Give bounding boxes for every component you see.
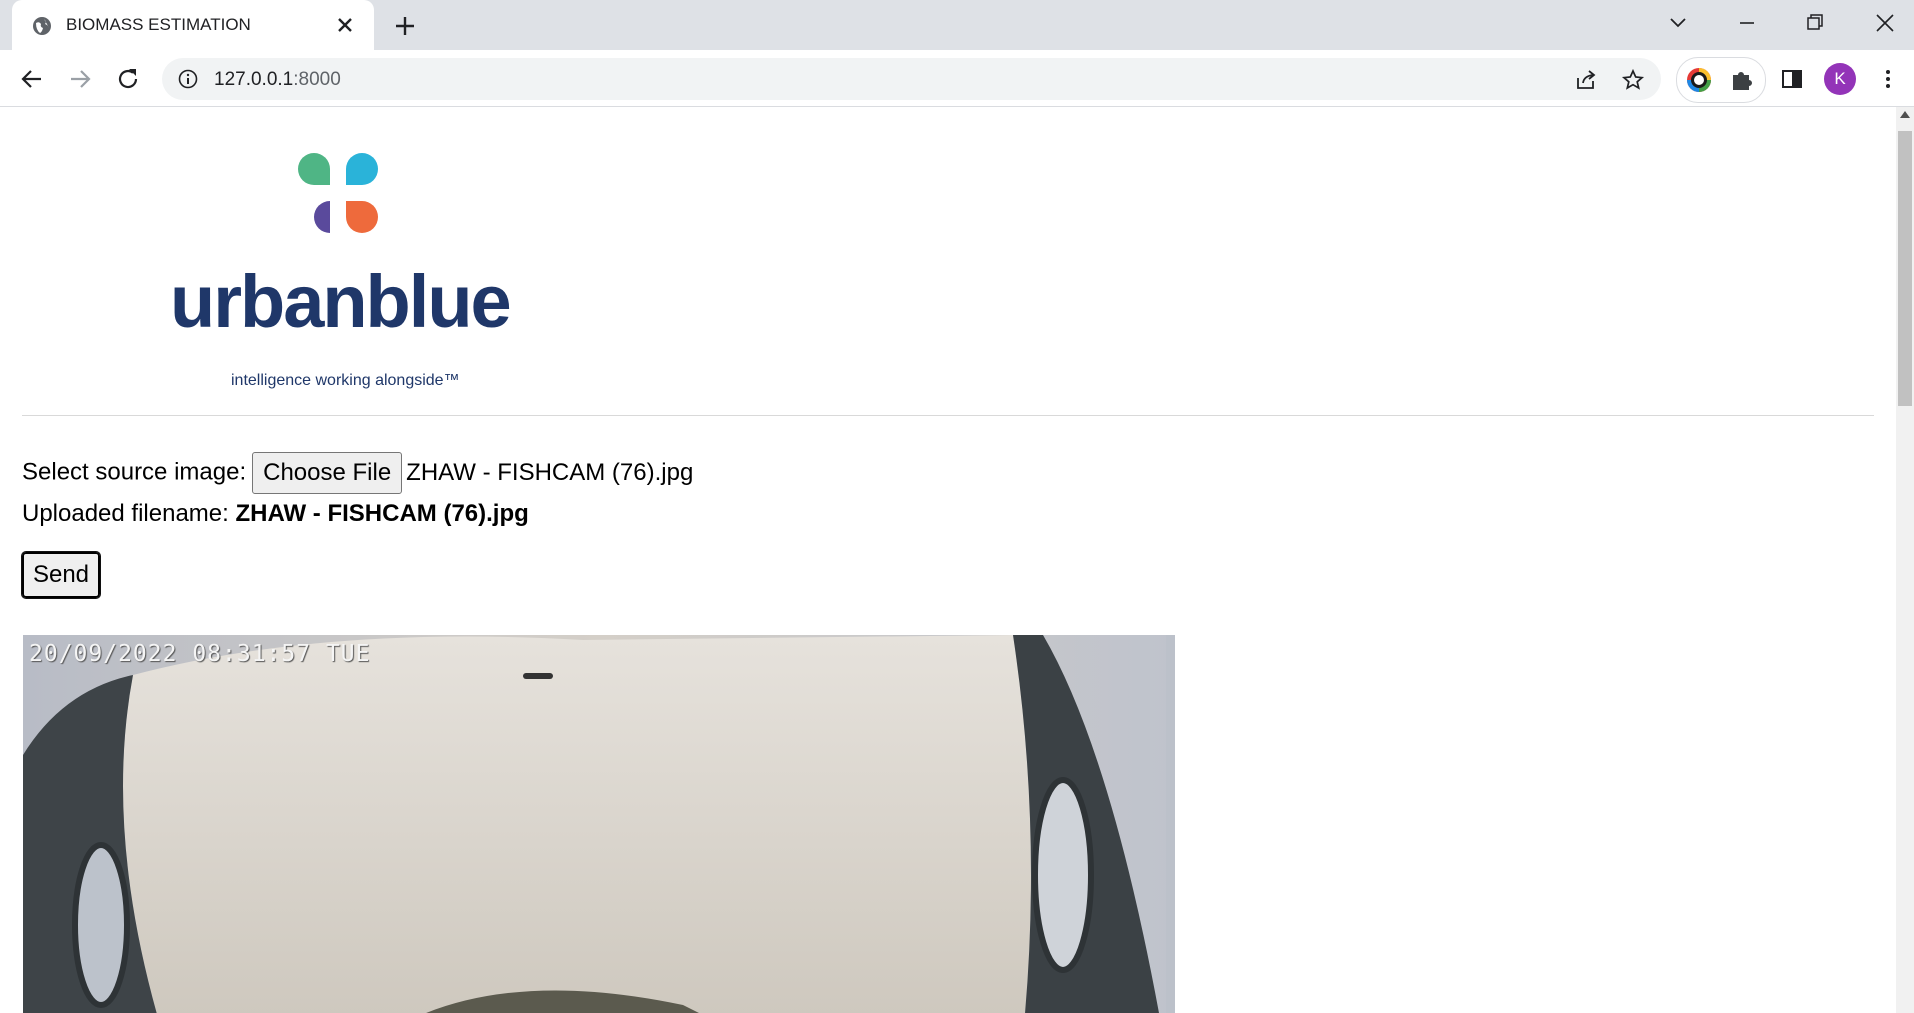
address-bar[interactable]: 127.0.0.1:8000 — [162, 58, 1661, 100]
extensions-puzzle-icon[interactable] — [1729, 67, 1755, 93]
selected-file-name: ZHAW - FISHCAM (76).jpg — [406, 459, 694, 486]
urbanblue-logo-mark — [298, 153, 378, 233]
scrollbar-thumb[interactable] — [1898, 131, 1912, 406]
header-divider — [22, 415, 1874, 416]
back-icon[interactable] — [18, 65, 46, 93]
side-panel-icon[interactable] — [1778, 65, 1806, 93]
tab-strip: BIOMASS ESTIMATION — [0, 0, 1914, 51]
choose-file-button[interactable]: Choose File — [252, 452, 403, 494]
uploaded-filename-value: ZHAW - FISHCAM (76).jpg — [235, 500, 529, 527]
scroll-up-arrow-icon[interactable] — [1900, 111, 1910, 118]
reload-icon[interactable] — [114, 65, 142, 93]
url-text: 127.0.0.1:8000 — [214, 69, 341, 91]
site-info-icon[interactable] — [178, 69, 198, 89]
globe-icon — [33, 17, 51, 35]
browser-tab[interactable]: BIOMASS ESTIMATION — [12, 0, 374, 51]
url-port: :8000 — [293, 69, 341, 90]
share-icon[interactable] — [1574, 68, 1598, 92]
forward-icon[interactable] — [66, 65, 94, 93]
source-image-row: Select source image: Choose File ZHAW - FI… — [22, 452, 693, 494]
tab-search-icon[interactable] — [1663, 10, 1693, 36]
logo-wordmark: urbanblue — [170, 260, 512, 343]
page-viewport: urbanblue intelligence working alongside… — [0, 107, 1896, 1013]
uploaded-filename-label: Uploaded filename: — [22, 500, 229, 527]
tab-title: BIOMASS ESTIMATION — [66, 15, 251, 34]
logo-tagline: intelligence working alongside™ — [231, 372, 460, 389]
select-source-label: Select source image: — [22, 458, 247, 486]
color-extension-icon[interactable] — [1685, 66, 1713, 94]
bookmark-star-icon[interactable] — [1621, 68, 1645, 92]
small-fish — [523, 673, 553, 679]
extensions-group — [1676, 57, 1766, 103]
profile-avatar[interactable]: K — [1824, 63, 1856, 95]
fishcam-scene — [23, 635, 1175, 1013]
browser-toolbar: 127.0.0.1:8000 K — [0, 51, 1914, 107]
urbanblue-logo: urbanblue intelligence working alongside… — [170, 147, 540, 389]
camera-timestamp: 20/09/2022 08:31:57 TUE — [29, 641, 371, 667]
fishcam-image: 20/09/2022 08:31:57 TUE — [23, 635, 1175, 1013]
restore-icon[interactable] — [1800, 10, 1830, 36]
send-button[interactable]: Send — [21, 551, 101, 599]
page-scrollbar[interactable] — [1896, 107, 1914, 1013]
new-tab-icon[interactable] — [392, 13, 418, 39]
minimize-icon[interactable] — [1732, 10, 1762, 36]
close-tab-icon[interactable] — [334, 14, 356, 36]
close-window-icon[interactable] — [1870, 10, 1900, 36]
more-menu-icon[interactable] — [1874, 65, 1902, 93]
uploaded-filename-row: Uploaded filename: ZHAW - FISHCAM (76).j… — [22, 500, 529, 528]
url-host: 127.0.0.1 — [214, 69, 294, 90]
